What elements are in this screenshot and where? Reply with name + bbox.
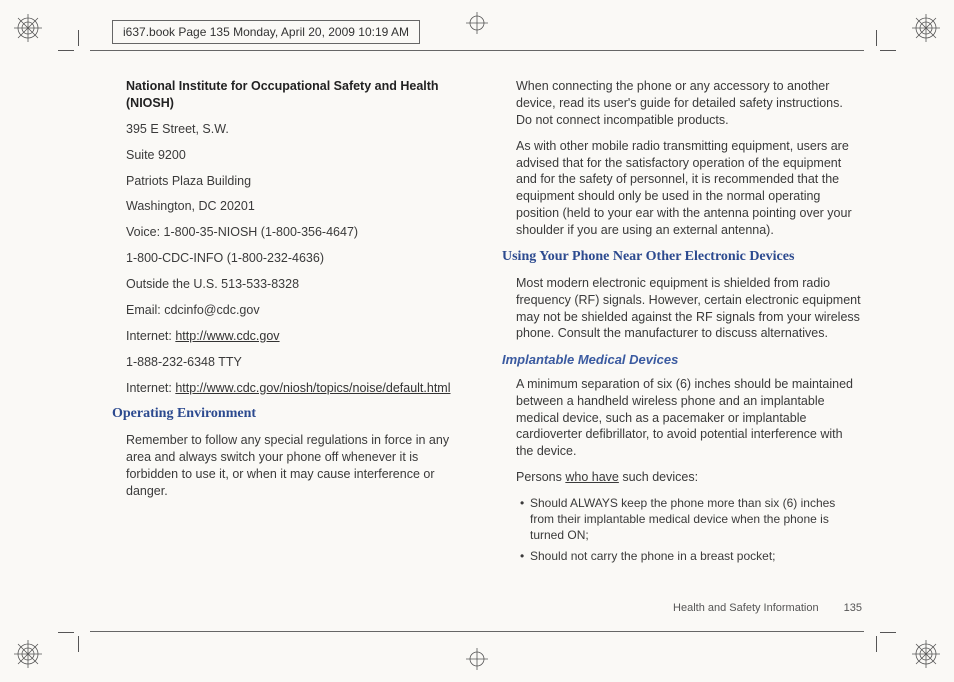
internet-label: Internet:: [126, 381, 175, 395]
internet-label: Internet:: [126, 329, 175, 343]
separation-text: A minimum separation of six (6) inches s…: [516, 376, 862, 460]
device-guidelines-list: Should ALWAYS keep the phone more than s…: [520, 495, 862, 564]
page-number: 135: [844, 602, 862, 614]
persons-who-have-text: Persons who have such devices:: [516, 469, 862, 486]
rf-shielding-text: Most modern electronic equipment is shie…: [516, 275, 862, 343]
implantable-devices-heading: Implantable Medical Devices: [502, 351, 862, 369]
connecting-devices-text: When connecting the phone or any accesso…: [516, 78, 862, 129]
internet-line-2: Internet: http://www.cdc.gov/niosh/topic…: [126, 380, 472, 397]
registration-mark-icon: [912, 640, 940, 668]
address-line: Washington, DC 20201: [126, 198, 472, 215]
niosh-heading: National Institute for Occupational Safe…: [126, 78, 472, 112]
registration-mark-icon: [912, 14, 940, 42]
phone-voice: Voice: 1-800-35-NIOSH (1-800-356-4647): [126, 224, 472, 241]
email-line: Email: cdcinfo@cdc.gov: [126, 302, 472, 319]
crop-mark-icon: [864, 620, 888, 644]
who-have-underline: who have: [565, 470, 619, 484]
operating-environment-text: Remember to follow any special regulatio…: [126, 432, 472, 500]
phone-cdcinfo: 1-800-CDC-INFO (1-800-232-4636): [126, 250, 472, 267]
trim-line-bottom: [90, 631, 864, 632]
using-phone-heading: Using Your Phone Near Other Electronic D…: [502, 248, 862, 267]
crop-mark-icon: [864, 38, 888, 62]
page-stamp: i637.book Page 135 Monday, April 20, 200…: [112, 20, 420, 44]
page-footer: Health and Safety Information 135: [673, 601, 862, 616]
registration-mark-icon: [14, 640, 42, 668]
center-mark-icon: [466, 12, 488, 34]
footer-section: Health and Safety Information: [673, 602, 819, 614]
list-item: Should ALWAYS keep the phone more than s…: [520, 495, 862, 544]
phone-outside-us: Outside the U.S. 513-533-8328: [126, 276, 472, 293]
crop-mark-icon: [66, 38, 90, 62]
center-mark-icon: [466, 648, 488, 670]
registration-mark-icon: [14, 14, 42, 42]
column-right: When connecting the phone or any accesso…: [502, 78, 862, 604]
list-item: Should not carry the phone in a breast p…: [520, 548, 862, 564]
trim-line-top: [90, 50, 864, 51]
address-line: 395 E Street, S.W.: [126, 121, 472, 138]
internet-line: Internet: http://www.cdc.gov: [126, 328, 472, 345]
address-line: Suite 9200: [126, 147, 472, 164]
cdc-link[interactable]: http://www.cdc.gov: [175, 329, 279, 343]
radio-equipment-text: As with other mobile radio transmitting …: [516, 138, 862, 239]
page-content: National Institute for Occupational Safe…: [112, 78, 862, 604]
phone-tty: 1-888-232-6348 TTY: [126, 354, 472, 371]
operating-environment-heading: Operating Environment: [112, 405, 472, 424]
column-left: National Institute for Occupational Safe…: [112, 78, 472, 604]
crop-mark-icon: [66, 620, 90, 644]
niosh-noise-link[interactable]: http://www.cdc.gov/niosh/topics/noise/de…: [175, 381, 450, 395]
address-line: Patriots Plaza Building: [126, 173, 472, 190]
